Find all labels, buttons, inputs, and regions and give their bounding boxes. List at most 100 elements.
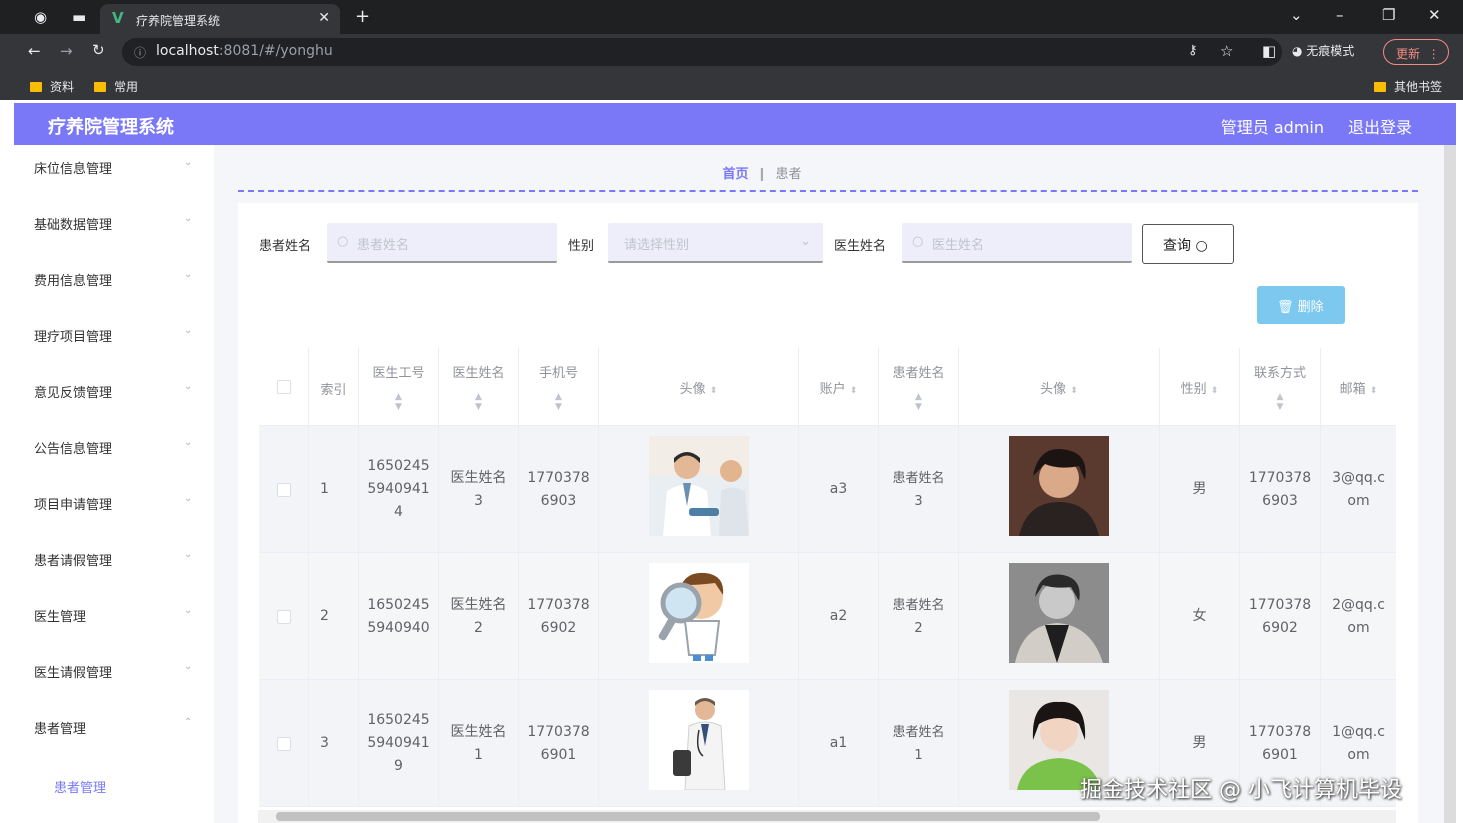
delete-button[interactable]: 🗑 删除	[1257, 286, 1345, 324]
patient-photo	[1009, 436, 1109, 536]
bookmark-folder-0[interactable]: 资料	[30, 78, 74, 95]
sidebar-item-bed[interactable]: 床位信息管理 ⌄	[14, 145, 214, 201]
restore-icon[interactable]: ❐	[1382, 6, 1395, 24]
th-doctor-id[interactable]: 医生工号 ▲ ▼	[359, 348, 439, 426]
cell-index: 3	[309, 680, 359, 807]
sort-icon[interactable]: ▲ ▼	[519, 392, 598, 412]
gender-value: 男	[1192, 481, 1207, 497]
doctor-name-line: 医生姓名	[450, 470, 507, 486]
select-all-checkbox[interactable]	[277, 380, 291, 394]
other-bookmarks[interactable]: 其他书签	[1374, 78, 1442, 95]
sidebar: 床位信息管理 ⌄ 基础数据管理 ⌄ 费用信息管理 ⌄ 理疗项目管理 ⌄ 意见反馈管理 ⌄ …	[14, 145, 214, 823]
scrollbar-thumb[interactable]	[276, 812, 1100, 821]
sort-icon[interactable]: ▲ ▼	[359, 392, 438, 412]
sidebar-item-therapy[interactable]: 理疗项目管理 ⌄	[14, 313, 214, 369]
sidebar-subitem-patient[interactable]: 患者管理	[14, 767, 214, 807]
th-gender[interactable]: 性别 ⬍	[1160, 348, 1240, 426]
url-host: localhost	[156, 43, 219, 59]
sidebar-item-doctor[interactable]: 医生管理 ⌄	[14, 593, 214, 649]
sort-icon[interactable]: ⬍	[710, 386, 718, 396]
sort-icon[interactable]: ⬍	[850, 386, 858, 396]
search-icon: ○	[337, 234, 349, 249]
bookmark-folder-1[interactable]: 常用	[94, 78, 138, 95]
sort-icon[interactable]: ▲ ▼	[439, 392, 518, 412]
sidebar-item-patient-leave[interactable]: 患者请假管理 ⌄	[14, 537, 214, 593]
th-doctor-name[interactable]: 医生姓名 ▲ ▼	[439, 348, 519, 426]
gender-select[interactable]: 请选择性别 ⌄	[608, 223, 823, 263]
th-label: 邮箱	[1339, 382, 1366, 397]
key-icon[interactable]: ⚷	[1188, 43, 1198, 58]
row-checkbox[interactable]	[277, 610, 291, 624]
breadcrumb: 首页 ❙ 患者	[214, 163, 1310, 182]
vue-icon: V	[112, 9, 124, 27]
sort-icon[interactable]: ⬍	[1070, 386, 1078, 396]
row-checkbox[interactable]	[277, 737, 291, 751]
sidebar-item-feedback[interactable]: 意见反馈管理 ⌄	[14, 369, 214, 425]
doctor-id-line: 5940941	[367, 735, 430, 751]
doctor-name-line: 3	[474, 493, 483, 509]
sidepanel-icon[interactable]: ◧	[1262, 42, 1276, 60]
email-line: 3@qq.c	[1332, 470, 1385, 486]
site-info-icon[interactable]: ⓘ	[134, 44, 146, 61]
query-button[interactable]: 查询 ○	[1142, 224, 1234, 264]
url-input[interactable]: ⓘ localhost:8081/#/yonghu ⚷ ☆	[122, 38, 1282, 66]
sort-icon[interactable]: ▲ ▼	[1240, 392, 1320, 412]
th-label: 索引	[320, 383, 347, 398]
sidebar-item-notice[interactable]: 公告信息管理 ⌄	[14, 425, 214, 481]
th-account[interactable]: 账户 ⬍	[799, 348, 879, 426]
breadcrumb-home[interactable]: 首页	[723, 167, 749, 182]
sidebar-item-doctor-leave[interactable]: 医生请假管理 ⌄	[14, 649, 214, 705]
sort-icon[interactable]: ▲ ▼	[879, 392, 958, 412]
table-row[interactable]: 2 1650245 5940940 医生姓名 2 1770378 6902 a2 患者…	[259, 553, 1396, 680]
doctor-name-line: 2	[474, 620, 483, 636]
email-line: 1@qq.c	[1332, 724, 1385, 740]
sidebar-item-label: 患者请假管理	[34, 554, 113, 569]
browser-menu-icon[interactable]: ◉	[34, 8, 47, 26]
row-checkbox[interactable]	[277, 483, 291, 497]
cell-patient-name: 患者姓名 1	[879, 680, 959, 807]
logout-button[interactable]: 退出登录	[1348, 114, 1412, 138]
cartoon-doctor-image	[649, 563, 749, 663]
chevron-down-icon: ⌄	[184, 437, 193, 448]
horizontal-scrollbar[interactable]	[258, 810, 1396, 823]
close-tab-icon[interactable]: ✕	[318, 10, 330, 26]
close-window-icon[interactable]: ✕	[1428, 6, 1441, 24]
sidebar-item-project-apply[interactable]: 项目申请管理 ⌄	[14, 481, 214, 537]
th-contact[interactable]: 联系方式 ▲ ▼	[1240, 348, 1321, 426]
table-row[interactable]: 1 1650245 5940941 4 医生姓名 3 1770378 6903 a3 患…	[259, 426, 1396, 553]
star-icon[interactable]: ☆	[1220, 42, 1233, 60]
sidebar-item-basic-data[interactable]: 基础数据管理 ⌄	[14, 201, 214, 257]
th-doctor-avatar[interactable]: 头像 ⬍	[599, 348, 799, 426]
th-patient-avatar[interactable]: 头像 ⬍	[959, 348, 1160, 426]
th-label: 性别	[1180, 382, 1207, 397]
tab-search-icon[interactable]: ⌄	[1290, 6, 1303, 24]
doctor-id-line: 5940941	[367, 481, 430, 497]
sidebar-item-patient[interactable]: 患者管理 ⌃	[14, 705, 214, 761]
update-button[interactable]: 更新 ⋮	[1383, 39, 1449, 65]
sort-icon[interactable]: ⬍	[1370, 386, 1378, 396]
patient-name-input[interactable]: ○ 患者姓名	[327, 223, 557, 263]
incognito-indicator[interactable]: ◕ 无痕模式	[1292, 42, 1354, 59]
vertical-scrollbar[interactable]	[1444, 145, 1456, 823]
sidebar-item-label: 理疗项目管理	[34, 330, 113, 345]
doctor-name-input[interactable]: ○ 医生姓名	[902, 223, 1132, 263]
th-phone[interactable]: 手机号 ▲ ▼	[519, 348, 599, 426]
back-icon[interactable]: ←	[28, 42, 41, 60]
browser-tab[interactable]: V 疗养院管理系统 ✕	[100, 4, 340, 34]
chevron-up-icon: ⌃	[184, 717, 193, 728]
forward-icon[interactable]: →	[60, 42, 73, 60]
window-icon[interactable]: ▬	[72, 8, 86, 26]
doctor-id-line: 1650245	[367, 712, 430, 728]
minimize-icon[interactable]: –	[1336, 6, 1344, 24]
sort-icon[interactable]: ⬍	[1211, 386, 1219, 396]
cell-patient-name: 患者姓名 3	[879, 426, 959, 553]
th-email[interactable]: 邮箱 ⬍	[1321, 348, 1396, 426]
doctor-id-line: 1650245	[367, 458, 430, 474]
th-patient-name[interactable]: 患者姓名 ▲ ▼	[879, 348, 959, 426]
sidebar-item-fees[interactable]: 费用信息管理 ⌄	[14, 257, 214, 313]
url-path: :8081/#/yonghu	[218, 43, 333, 59]
reload-icon[interactable]: ↻	[92, 41, 105, 59]
new-tab-icon[interactable]: +	[355, 6, 370, 27]
cell-index: 2	[309, 553, 359, 680]
contact-line: 1770378	[1248, 724, 1312, 740]
